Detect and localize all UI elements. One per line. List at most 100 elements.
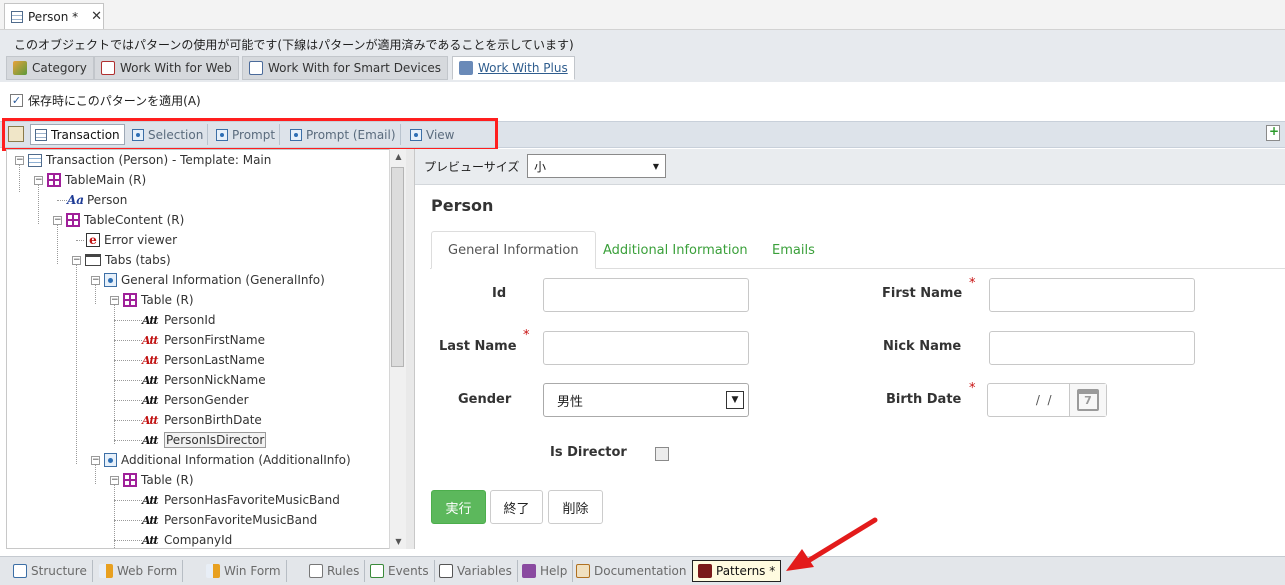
apply-on-save-checkbox[interactable]: ✓ <box>10 94 23 107</box>
document-tab-strip <box>0 0 1285 30</box>
tree-node-label: PersonBirthDate <box>164 413 262 427</box>
attribute-icon: Att <box>142 393 159 407</box>
preview-size-select[interactable]: 小 ▼ <box>527 154 666 178</box>
birth-date-field[interactable]: / / 7 <box>987 383 1107 417</box>
bottom-tab-label: Win Form <box>224 564 281 578</box>
add-instance-icon[interactable]: + <box>1266 125 1280 141</box>
tree-node-tablemain[interactable]: − TableMain (R) <box>34 171 146 189</box>
bottom-tab-help[interactable]: Help <box>517 560 574 582</box>
pattern-tab-work-with-smart-devices[interactable]: Work With for Smart Devices <box>242 56 448 80</box>
tree-node-attribute[interactable]: Att PersonHasFavoriteMusicBand <box>142 491 340 509</box>
events-icon <box>370 564 384 578</box>
collapse-icon[interactable]: − <box>34 175 43 185</box>
gender-select[interactable]: 男性 ▼ <box>543 383 749 417</box>
bottom-tab-rules[interactable]: Rules <box>304 560 366 582</box>
pattern-description: このオブジェクトではパターンの使用が可能です(下線はパターンが適用済みであること… <box>14 38 574 52</box>
table-icon <box>47 173 61 187</box>
apply-on-save-label: 保存時にこのパターンを適用(A) <box>28 94 201 108</box>
tree-node-label: TableContent (R) <box>84 213 185 227</box>
collapse-icon[interactable]: − <box>15 155 24 165</box>
last-name-field[interactable] <box>543 331 749 365</box>
table-icon <box>66 213 80 227</box>
apply-on-save-row[interactable]: ✓ 保存時にこのパターンを適用(A) <box>10 92 201 109</box>
pattern-tab-label: Work With Plus <box>478 61 568 75</box>
work-with-plus-icon <box>459 61 473 75</box>
form-title: Person <box>431 196 494 215</box>
tree-node-person-text[interactable]: Aa Person <box>67 191 127 209</box>
is-director-checkbox[interactable] <box>655 447 669 461</box>
web-form-icon <box>99 564 113 578</box>
pattern-tab-label: Category <box>32 61 87 75</box>
required-mark: * <box>969 276 976 291</box>
tree-node-error-viewer[interactable]: e Error viewer <box>86 231 177 249</box>
pattern-tab-work-with-web[interactable]: Work With for Web <box>94 56 239 80</box>
tree-node-transaction[interactable]: − Transaction (Person) - Template: Main <box>15 151 271 169</box>
collapse-icon[interactable]: − <box>91 455 100 465</box>
tree-node-tabs[interactable]: − Tabs (tabs) <box>72 251 171 269</box>
bottom-tab-variables[interactable]: Variables <box>434 560 518 582</box>
attribute-icon: Att <box>142 493 159 507</box>
first-name-field[interactable] <box>989 278 1195 312</box>
tree-node-tablecontent[interactable]: − TableContent (R) <box>53 211 184 229</box>
confirm-button[interactable]: 実行 <box>431 490 486 524</box>
tab-emails[interactable]: Emails <box>756 231 831 269</box>
tree-node-attribute[interactable]: Att PersonNickName <box>142 371 266 389</box>
is-director-label: Is Director <box>550 445 627 460</box>
bottom-tab-events[interactable]: Events <box>365 560 435 582</box>
bottom-tab-documentation[interactable]: Documentation <box>571 560 693 582</box>
document-tab-person[interactable]: Person * ✕ <box>4 3 104 29</box>
pattern-tab-category[interactable]: Category <box>6 56 94 80</box>
nick-name-field[interactable] <box>989 331 1195 365</box>
tree-node-attribute[interactable]: Att PersonFirstName <box>142 331 265 349</box>
tree-node-attribute[interactable]: Att PersonBirthDate <box>142 411 262 429</box>
required-attribute-icon: Att <box>142 353 159 367</box>
bottom-tab-label: Variables <box>457 564 512 578</box>
tree-node-attribute[interactable]: Att PersonLastName <box>142 351 265 369</box>
tab-general-information[interactable]: General Information <box>431 231 596 269</box>
bottom-tab-label: Events <box>388 564 429 578</box>
tree-node-attribute[interactable]: Att PersonFavoriteMusicBand <box>142 511 317 529</box>
delete-button[interactable]: 削除 <box>548 490 603 524</box>
attribute-icon: Att <box>142 433 159 447</box>
collapse-icon[interactable]: − <box>110 475 119 485</box>
tree-node-table[interactable]: − Table (R) <box>110 291 194 309</box>
pattern-tab-work-with-plus[interactable]: Work With Plus <box>452 56 575 80</box>
close-icon[interactable]: ✕ <box>91 9 102 24</box>
scroll-up-icon[interactable]: ▲ <box>390 152 407 161</box>
tab-page-icon <box>104 453 117 467</box>
tree-node-label: Table (R) <box>141 293 194 307</box>
tree-node-attribute[interactable]: Att PersonGender <box>142 391 249 409</box>
tree-node-attribute[interactable]: Att CompanyId <box>142 531 233 548</box>
calendar-button[interactable]: 7 <box>1069 384 1106 416</box>
bottom-tab-win-form[interactable]: Win Form <box>201 560 287 582</box>
bottom-tab-structure[interactable]: Structure <box>8 560 93 582</box>
collapse-icon[interactable]: − <box>110 295 119 305</box>
collapse-icon[interactable]: − <box>91 275 100 285</box>
collapse-icon[interactable]: − <box>72 255 81 265</box>
tree-node-table[interactable]: − Table (R) <box>110 471 194 489</box>
tree-node-general-info[interactable]: − General Information (GeneralInfo) <box>91 271 325 289</box>
tree-node-additional-info[interactable]: − Additional Information (AdditionalInfo… <box>91 451 351 469</box>
scroll-down-icon[interactable]: ▼ <box>390 537 407 546</box>
tree-node-label: PersonFavoriteMusicBand <box>164 513 318 527</box>
tree-node-attribute-selected[interactable]: Att PersonIsDirector <box>142 431 267 449</box>
tree-node-label: PersonGender <box>164 393 249 407</box>
tree-node-attribute[interactable]: Att PersonId <box>142 311 215 329</box>
tree-node-label: CompanyId <box>164 533 233 547</box>
calendar-icon: 7 <box>1077 389 1099 411</box>
tab-additional-information[interactable]: Additional Information <box>587 231 764 269</box>
tree-node-label: General Information (GeneralInfo) <box>121 273 325 287</box>
bottom-tab-label: Rules <box>327 564 360 578</box>
collapse-icon[interactable]: − <box>53 215 62 225</box>
transaction-icon <box>11 10 23 23</box>
first-name-label: First Name <box>882 286 963 301</box>
gender-label: Gender <box>458 392 512 407</box>
panel-splitter[interactable] <box>406 149 415 549</box>
bottom-tab-patterns[interactable]: Patterns * <box>692 560 782 582</box>
bottom-tab-web-form[interactable]: Web Form <box>94 560 184 582</box>
close-button[interactable]: 終了 <box>490 490 543 524</box>
smart-devices-icon <box>249 61 263 75</box>
help-icon <box>522 564 536 578</box>
id-field[interactable] <box>543 278 749 312</box>
tree-scroll-thumb[interactable] <box>391 167 404 367</box>
